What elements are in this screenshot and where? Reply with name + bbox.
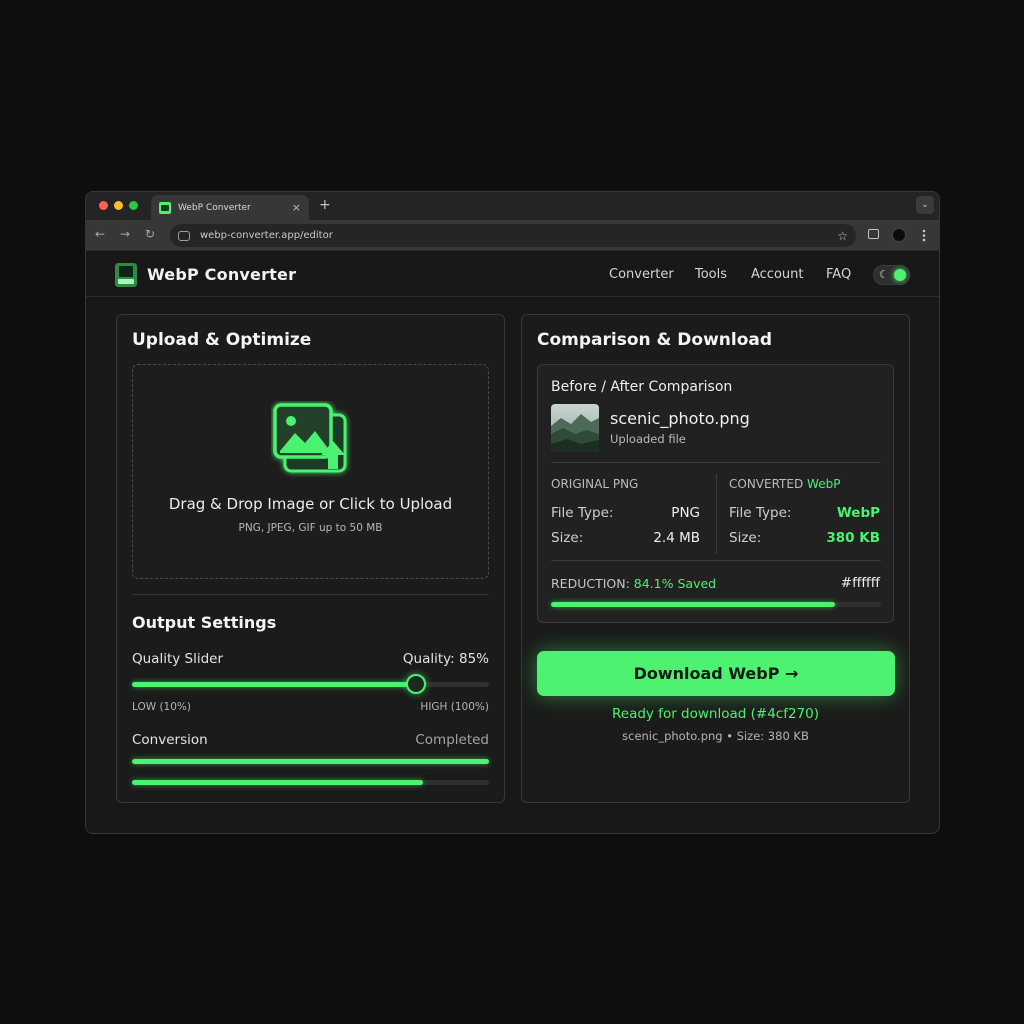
browser-tab[interactable]: WebP Converter × [151,195,309,220]
download-meta: scenic_photo.png • Size: 380 KB [622,729,809,743]
secondary-progress-bar [132,780,489,785]
tab-menu-button[interactable]: ⌄ [916,196,934,214]
upload-panel: Upload & Optimize Drag & Drop Image or C… [116,314,505,803]
brand-title: WebP Converter [147,265,297,284]
column-divider [716,474,717,554]
logo-icon [115,263,137,287]
nav-link-tools[interactable]: Tools [695,267,727,282]
conversion-progress-fill [132,759,489,764]
back-button[interactable]: ← [95,227,105,241]
secondary-progress-fill [132,780,424,785]
comparison-card: Before / After Comparison scenic_photo.p… [537,364,894,623]
file-thumbnail [551,404,599,452]
converted-column-header: CONVERTED WebP [729,477,841,491]
card-divider [551,462,881,463]
browser-toolbar: ← → ↻ webp-converter.app/editor ☆ [86,220,939,251]
original-file-type-label: File Type: [551,505,614,521]
reduction-label: REDUCTION: 84.1% Saved [551,576,717,591]
app-header: WebP Converter Converter Tools Account F… [86,252,939,297]
original-column-header: ORIGINAL PNG [551,477,639,491]
comparison-card-title: Before / After Comparison [551,379,733,395]
quality-slider-label: Quality Slider [132,651,224,667]
browser-menu-icon[interactable] [922,229,926,242]
comparison-panel-title: Comparison & Download [537,330,773,350]
dropzone-subtitle: PNG, JPEG, GIF up to 50 MB [238,522,383,534]
color-code: #ffffff [840,575,880,591]
file-subtitle: Uploaded file [610,432,686,446]
dropzone-title: Drag & Drop Image or Click to Upload [168,495,453,513]
profile-avatar[interactable] [892,228,906,242]
browser-window: WebP Converter × + ⌄ ← → ↻ webp-converte… [85,191,940,834]
quality-high-label: HIGH (100%) [420,701,489,713]
comparison-panel: Comparison & Download Before / After Com… [521,314,910,803]
upload-panel-title: Upload & Optimize [132,330,312,350]
file-name: scenic_photo.png [610,409,750,428]
section-divider [132,594,489,595]
side-panel-icon[interactable] [868,229,879,239]
reduction-bar-fill [551,602,835,607]
quality-slider[interactable] [132,674,489,694]
favicon-icon [159,201,171,214]
reduction-bar [551,602,881,607]
toggle-knob [894,269,906,281]
quality-slider-thumb[interactable] [405,674,426,694]
nav-link-account[interactable]: Account [751,267,804,282]
theme-toggle[interactable]: ☾ [873,265,910,285]
quality-slider-fill [132,682,416,687]
conversion-label: Conversion [132,732,208,748]
maximize-window-button[interactable] [129,201,138,210]
original-size-label: Size: [551,530,584,546]
converted-file-type: WebP [836,505,880,521]
download-ready-text: Ready for download (#4cf270) [611,706,819,722]
conversion-status: Completed [415,732,489,748]
output-settings-title: Output Settings [132,613,277,632]
converted-file-type-label: File Type: [729,505,792,521]
nav-link-converter[interactable]: Converter [609,267,674,282]
quality-low-label: LOW (10%) [132,701,191,713]
download-webp-button[interactable]: Download WebP → [537,651,895,696]
address-bar[interactable]: webp-converter.app/editor ☆ [170,224,856,247]
conversion-progress-bar [132,759,489,764]
site-info-icon[interactable] [178,230,190,241]
converted-size-label: Size: [729,530,762,546]
nav-link-faq[interactable]: FAQ [826,267,851,282]
original-size: 2.4 MB [653,530,700,546]
tab-close-icon[interactable]: × [292,201,301,214]
tab-title: WebP Converter [178,202,251,213]
minimize-window-button[interactable] [114,201,123,210]
upload-dropzone[interactable]: Drag & Drop Image or Click to Upload PNG… [132,364,489,579]
converted-size: 380 KB [826,530,880,546]
image-upload-icon [273,403,347,473]
close-window-button[interactable] [99,201,108,210]
quality-value: Quality: 85% [402,651,489,667]
tab-strip: WebP Converter × + ⌄ [86,192,939,220]
url-text[interactable]: webp-converter.app/editor [200,230,837,241]
card-divider-2 [551,560,881,561]
moon-icon: ☾ [879,268,889,281]
bookmark-star-icon[interactable]: ☆ [837,229,848,243]
forward-button[interactable]: → [120,227,130,241]
original-file-type: PNG [671,505,700,521]
new-tab-button[interactable]: + [319,197,331,213]
reload-button[interactable]: ↻ [145,227,155,241]
